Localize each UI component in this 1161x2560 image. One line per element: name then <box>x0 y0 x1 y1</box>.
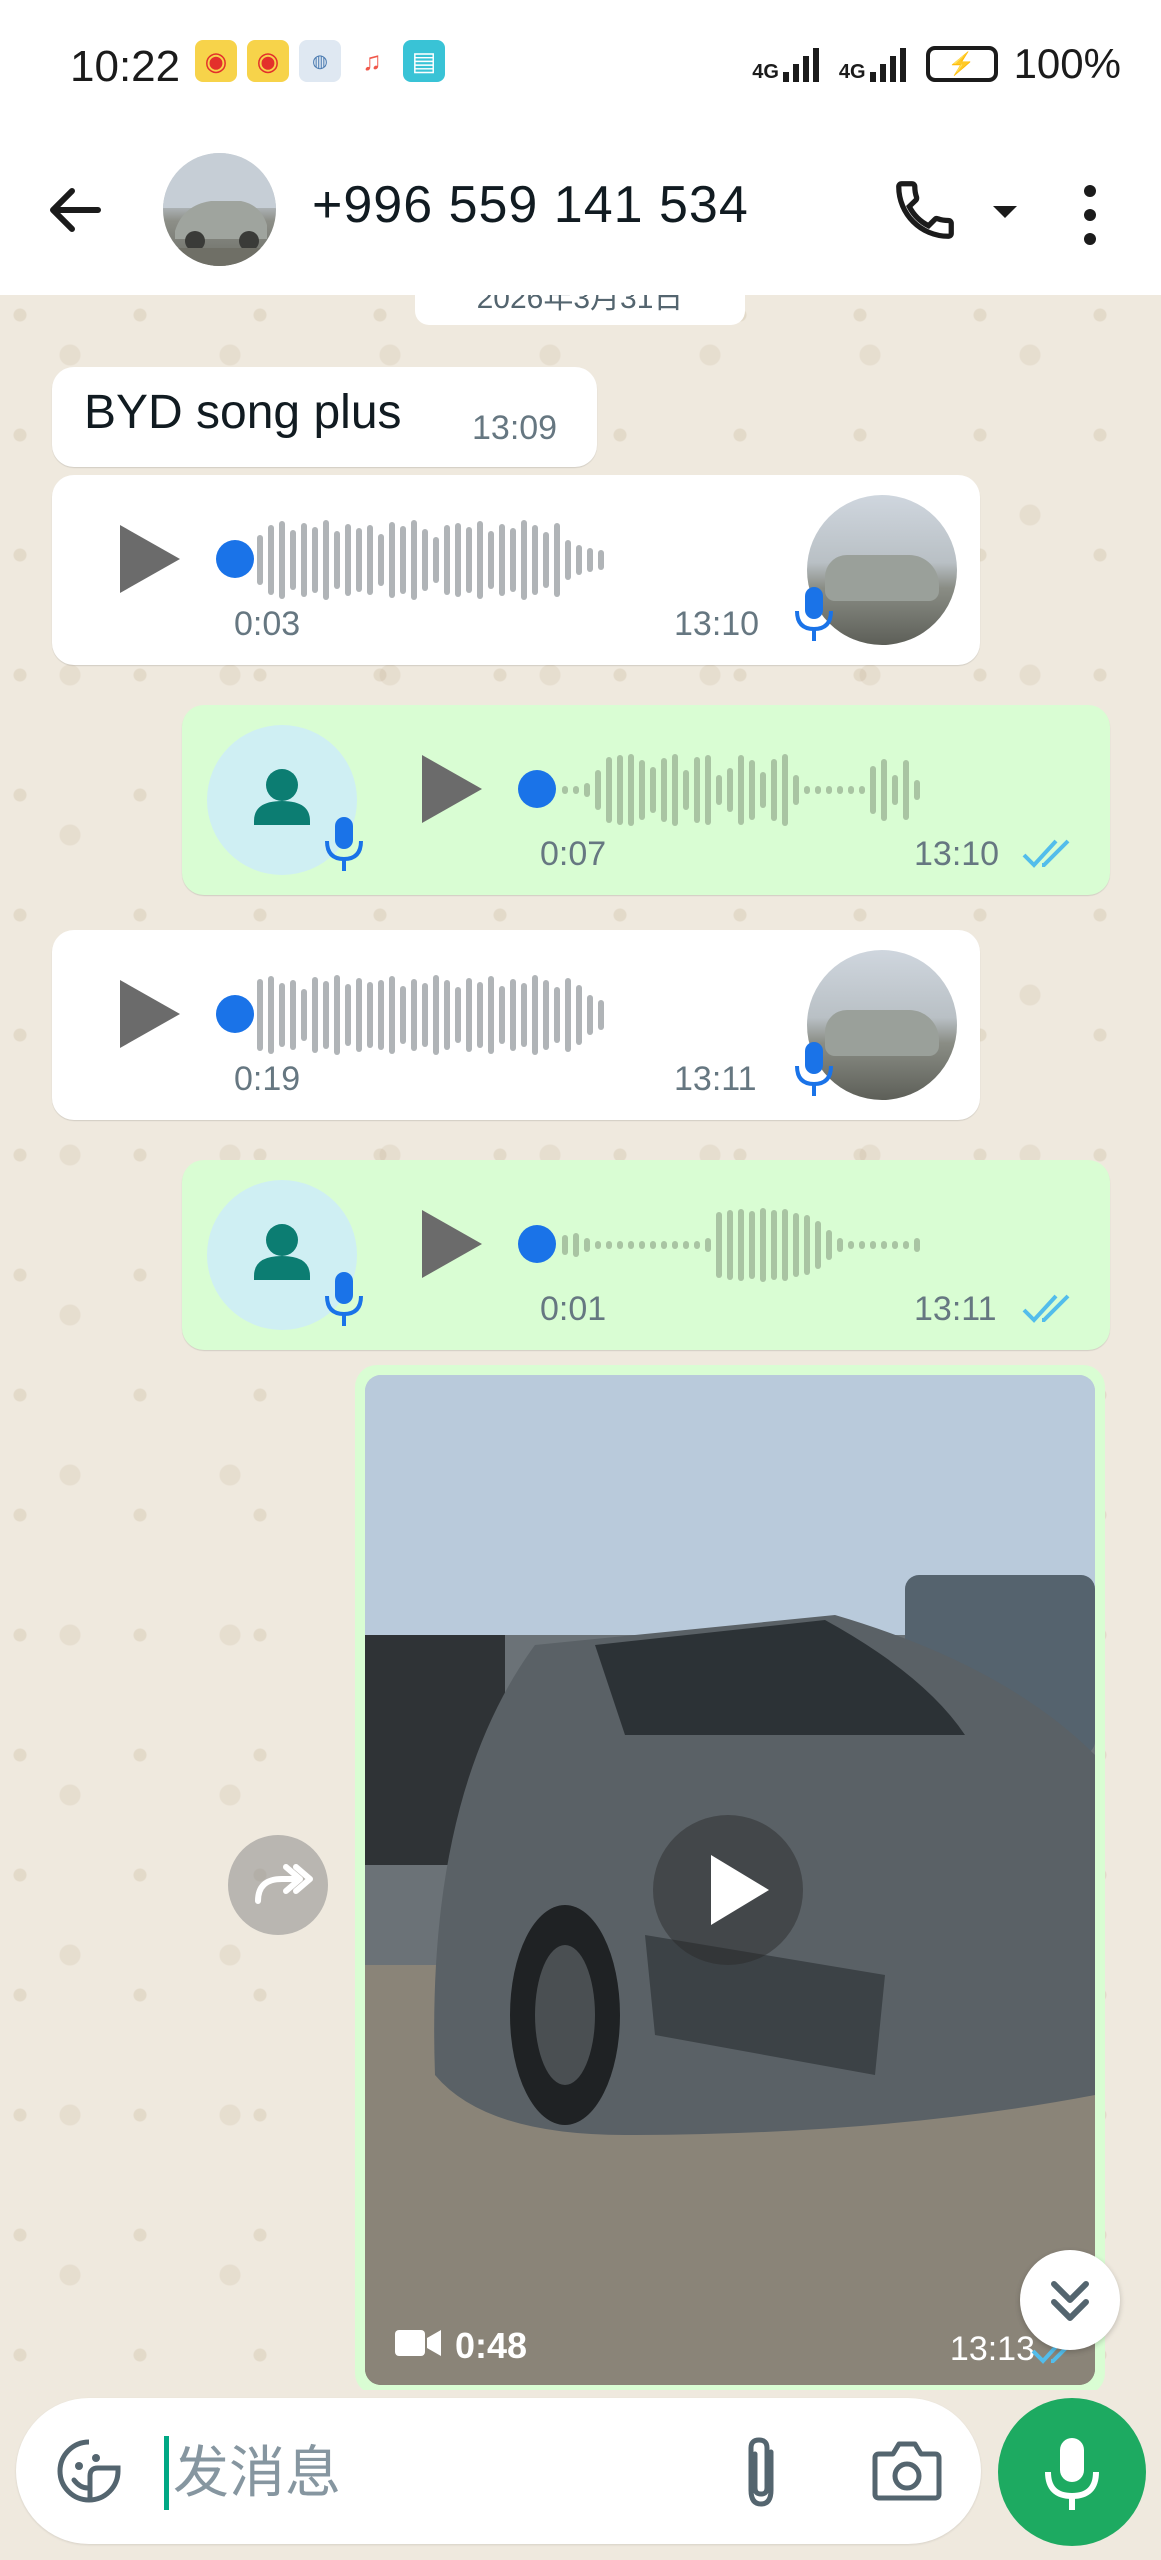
mic-icon <box>792 585 836 645</box>
video-duration-badge: 0:48 <box>395 2325 527 2367</box>
mic-icon <box>322 815 366 875</box>
video-duration: 0:48 <box>455 2325 528 2366</box>
battery-icon: ⚡ <box>925 46 998 82</box>
back-arrow-icon[interactable] <box>40 175 110 245</box>
phone-call-icon[interactable] <box>890 175 970 245</box>
camera-icon[interactable] <box>871 2438 943 2502</box>
play-icon[interactable] <box>422 1210 482 1278</box>
message-time: 13:10 <box>914 835 1000 873</box>
incoming-voice-message[interactable]: 0:03 13:10 <box>52 475 980 665</box>
message-time: 13:11 <box>674 1060 757 1098</box>
message-time: 13:09 <box>472 409 558 447</box>
outgoing-video-message[interactable]: 0:48 13:13 <box>355 1365 1105 2390</box>
more-options-icon[interactable] <box>1070 175 1110 255</box>
weibo-icon: ◉ <box>195 40 237 82</box>
contact-avatar[interactable] <box>163 153 276 266</box>
audio-waveform[interactable] <box>562 745 920 835</box>
voice-duration: 0:03 <box>234 605 301 643</box>
battery-level: 100% <box>1013 40 1121 87</box>
voice-duration: 0:07 <box>540 835 607 873</box>
audio-waveform[interactable] <box>257 515 604 605</box>
incoming-text-message[interactable]: BYD song plus 13:09 <box>52 367 597 467</box>
voice-record-button[interactable] <box>998 2398 1146 2546</box>
message-time: 13:11 <box>914 1290 997 1328</box>
attachment-icon[interactable] <box>731 2434 791 2510</box>
status-indicators: 4G 4G ⚡ 100% <box>752 40 1121 88</box>
signal-icon: 4G <box>839 46 910 82</box>
play-icon[interactable] <box>120 980 180 1048</box>
contact-name[interactable]: +996 559 141 534 <box>312 175 749 235</box>
audio-waveform[interactable] <box>562 1200 920 1290</box>
play-icon[interactable] <box>120 525 180 593</box>
date-chip: 2026年3月31日 <box>415 295 745 325</box>
incoming-voice-message[interactable]: 0:19 13:11 <box>52 930 980 1120</box>
mic-icon <box>792 1040 836 1100</box>
message-composer <box>16 2398 981 2544</box>
read-receipt-icon <box>1022 837 1078 871</box>
notification-icons: ◉ ◉ ◍ ♫ ▤ <box>195 40 445 82</box>
outgoing-voice-message[interactable]: 0:07 13:10 <box>182 705 1110 895</box>
message-input[interactable] <box>164 2436 695 2510</box>
music-icon: ♫ <box>362 45 382 76</box>
weibo-icon: ◉ <box>247 40 289 82</box>
forward-icon[interactable] <box>228 1835 328 1935</box>
status-bar: 10:22 ◉ ◉ ◍ ♫ ▤ 4G 4G ⚡ 100% <box>0 0 1161 135</box>
app-icon: ◍ <box>299 40 341 82</box>
voice-duration: 0:01 <box>540 1290 607 1328</box>
sticker-icon[interactable] <box>54 2436 124 2506</box>
scroll-to-bottom-button[interactable] <box>1020 2250 1120 2350</box>
message-time: 13:10 <box>674 605 760 643</box>
audio-scrubber[interactable] <box>216 995 254 1033</box>
read-receipt-icon <box>1022 1292 1078 1326</box>
play-icon[interactable] <box>422 755 482 823</box>
audio-scrubber[interactable] <box>518 770 556 808</box>
audio-scrubber[interactable] <box>216 540 254 578</box>
voice-duration: 0:19 <box>234 1060 301 1098</box>
chevron-down-icon[interactable] <box>990 197 1020 227</box>
outgoing-voice-message[interactable]: 0:01 13:11 <box>182 1160 1110 1350</box>
video-thumbnail[interactable]: 0:48 13:13 <box>365 1375 1095 2385</box>
audio-waveform[interactable] <box>257 970 604 1060</box>
message-text: BYD song plus <box>84 386 402 439</box>
audio-scrubber[interactable] <box>518 1225 556 1263</box>
chat-area[interactable]: 2026年3月31日 BYD song plus 13:09 0:03 13:1… <box>0 295 1161 2390</box>
mic-icon <box>322 1270 366 1330</box>
status-time: 10:22 <box>70 42 181 91</box>
book-icon: ▤ <box>403 40 445 82</box>
signal-icon: 4G <box>752 46 823 82</box>
video-camera-icon <box>395 2325 441 2367</box>
chat-header: +996 559 141 534 <box>0 135 1161 295</box>
video-play-button[interactable] <box>653 1815 803 1965</box>
